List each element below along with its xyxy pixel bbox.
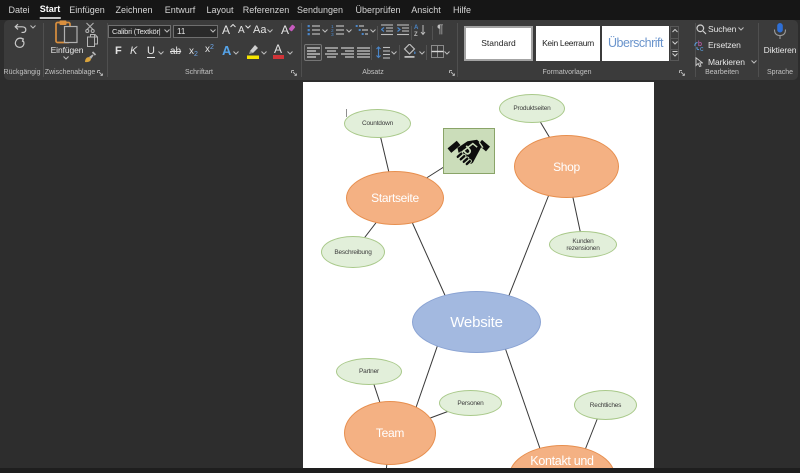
- svg-text:Z: Z: [414, 32, 418, 36]
- svg-text:A: A: [414, 25, 419, 31]
- svg-text:3: 3: [331, 32, 334, 36]
- svg-text:c: c: [700, 46, 704, 52]
